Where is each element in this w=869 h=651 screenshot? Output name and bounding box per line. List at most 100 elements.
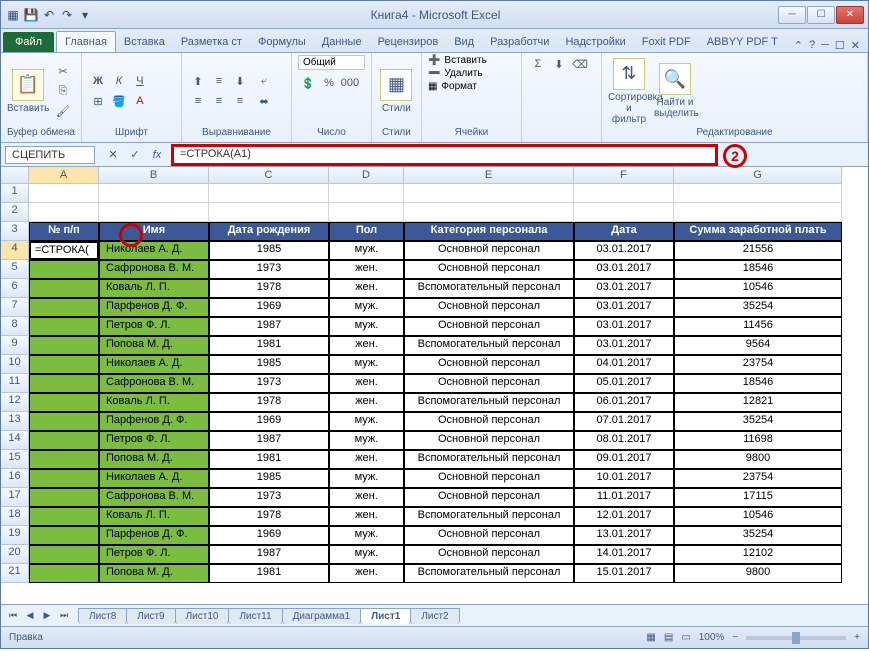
cell-num[interactable] <box>29 374 99 393</box>
tab-last-icon[interactable]: ⏭ <box>56 608 72 624</box>
tab-first-icon[interactable]: ⏮ <box>5 608 21 624</box>
tab-data[interactable]: Данные <box>314 32 370 52</box>
row-hdr-16[interactable]: 16 <box>1 469 29 488</box>
cell-name[interactable]: Коваль Л. П. <box>99 393 209 412</box>
cell-num[interactable] <box>29 507 99 526</box>
row-hdr-3[interactable]: 3 <box>1 222 29 241</box>
percent-icon[interactable]: % <box>319 74 339 92</box>
close-button[interactable]: ✕ <box>836 6 864 24</box>
tab-home[interactable]: Главная <box>56 31 116 52</box>
autosum-icon[interactable]: Σ <box>528 55 548 73</box>
cell-sex[interactable]: жен. <box>329 450 404 469</box>
cell-num[interactable] <box>29 317 99 336</box>
cell-cat[interactable]: Основной персонал <box>404 526 574 545</box>
cell[interactable] <box>674 203 842 222</box>
cell-birth[interactable]: 1987 <box>209 317 329 336</box>
cell-name[interactable]: Петров Ф. Л. <box>99 545 209 564</box>
cell-cat[interactable]: Основной персонал <box>404 431 574 450</box>
cell[interactable] <box>29 203 99 222</box>
cell-birth[interactable]: 1987 <box>209 431 329 450</box>
cell-cat[interactable]: Основной персонал <box>404 355 574 374</box>
cell-date[interactable]: 03.01.2017 <box>574 279 674 298</box>
wrap-icon[interactable]: ⤶ <box>254 72 274 90</box>
underline-icon[interactable]: Ч <box>130 72 150 90</box>
row-hdr-12[interactable]: 12 <box>1 393 29 412</box>
sort-filter-button[interactable]: ⇅ Сортировка и фильтр <box>608 58 650 125</box>
sheet-tab-Лист11[interactable]: Лист11 <box>228 608 282 624</box>
row-hdr-21[interactable]: 21 <box>1 564 29 583</box>
cell-birth[interactable]: 1978 <box>209 393 329 412</box>
cell-date[interactable]: 11.01.2017 <box>574 488 674 507</box>
cell-date[interactable]: 07.01.2017 <box>574 412 674 431</box>
tab-developer[interactable]: Разработчи <box>482 32 557 52</box>
sheet-area[interactable]: ABCDEFG123№ п/пИмяДата рожденияПолКатего… <box>1 167 868 604</box>
cell-sex[interactable]: жен. <box>329 488 404 507</box>
cell[interactable] <box>329 203 404 222</box>
cell-sum[interactable]: 18546 <box>674 260 842 279</box>
row-hdr-15[interactable]: 15 <box>1 450 29 469</box>
cell-name[interactable]: Парфенов Д. Ф. <box>99 298 209 317</box>
cell-sex[interactable]: жен. <box>329 279 404 298</box>
tab-view[interactable]: Вид <box>446 32 482 52</box>
cell-cat[interactable]: Основной персонал <box>404 545 574 564</box>
select-all[interactable] <box>1 167 29 184</box>
sheet-tab-Диаграмма1[interactable]: Диаграмма1 <box>282 608 362 624</box>
cell-sum[interactable]: 21556 <box>674 241 842 260</box>
formula-input[interactable]: =СТРОКА(A1) 2 <box>171 144 718 166</box>
name-box[interactable]: СЦЕПИТЬ <box>5 146 95 164</box>
tab-prev-icon[interactable]: ◀ <box>22 608 38 624</box>
cell-birth[interactable]: 1981 <box>209 336 329 355</box>
cell-cat[interactable]: Вспомогательный персонал <box>404 564 574 583</box>
cell[interactable] <box>404 184 574 203</box>
fill-down-icon[interactable]: ⬇ <box>549 55 569 73</box>
cell-date[interactable]: 15.01.2017 <box>574 564 674 583</box>
undo-icon[interactable]: ↶ <box>41 7 57 23</box>
cell-sum[interactable]: 17115 <box>674 488 842 507</box>
fmt-painter-icon[interactable]: 🖌 <box>53 102 73 120</box>
row-hdr-19[interactable]: 19 <box>1 526 29 545</box>
cell-date[interactable]: 12.01.2017 <box>574 507 674 526</box>
view-layout-icon[interactable]: ▤ <box>664 632 673 643</box>
align-left-icon[interactable]: ≡ <box>188 92 208 110</box>
tab-abbyy[interactable]: ABBYY PDF T <box>699 32 786 52</box>
cell-cat[interactable]: Основной персонал <box>404 469 574 488</box>
cell[interactable] <box>209 203 329 222</box>
cell-num[interactable] <box>29 488 99 507</box>
cell-sex[interactable]: муж. <box>329 545 404 564</box>
zoom-slider[interactable] <box>746 636 846 640</box>
col-hdr-A[interactable]: A <box>29 167 99 184</box>
cancel-icon[interactable]: ✕ <box>103 146 123 164</box>
cell-name[interactable]: Парфенов Д. Ф. <box>99 526 209 545</box>
row-hdr-14[interactable]: 14 <box>1 431 29 450</box>
cell-num[interactable] <box>29 279 99 298</box>
cell-birth[interactable]: 1985 <box>209 241 329 260</box>
cell[interactable] <box>99 184 209 203</box>
align-top-icon[interactable]: ⬆ <box>188 72 208 90</box>
cell-name[interactable]: Николаев А. Д. <box>99 469 209 488</box>
cell-date[interactable]: 03.01.2017 <box>574 260 674 279</box>
col-hdr-B[interactable]: B <box>99 167 209 184</box>
cell-num[interactable] <box>29 412 99 431</box>
copy-icon[interactable]: ⎘ <box>53 82 73 100</box>
file-tab[interactable]: Файл <box>3 32 54 52</box>
sheet-tab-Лист10[interactable]: Лист10 <box>175 608 230 624</box>
cell-name[interactable]: Сафронова В. М. <box>99 488 209 507</box>
cell-name[interactable]: Попова М. Д. <box>99 564 209 583</box>
cell-date[interactable]: 10.01.2017 <box>574 469 674 488</box>
cell-sum[interactable]: 10546 <box>674 279 842 298</box>
cell-cat[interactable]: Основной персонал <box>404 241 574 260</box>
find-select-button[interactable]: 🔍 Найти и выделить <box>654 63 696 119</box>
cell-num[interactable] <box>29 450 99 469</box>
cell-date[interactable]: 03.01.2017 <box>574 241 674 260</box>
cell-num[interactable] <box>29 260 99 279</box>
cell-cat[interactable]: Вспомогательный персонал <box>404 393 574 412</box>
row-hdr-11[interactable]: 11 <box>1 374 29 393</box>
cell-num[interactable] <box>29 526 99 545</box>
cell-date[interactable]: 08.01.2017 <box>574 431 674 450</box>
row-hdr-2[interactable]: 2 <box>1 203 29 222</box>
cell-sum[interactable]: 9800 <box>674 450 842 469</box>
cell-cat[interactable]: Вспомогательный персонал <box>404 450 574 469</box>
cell-birth[interactable]: 1985 <box>209 469 329 488</box>
col-hdr-G[interactable]: G <box>674 167 842 184</box>
row-hdr-4[interactable]: 4 <box>1 241 29 260</box>
